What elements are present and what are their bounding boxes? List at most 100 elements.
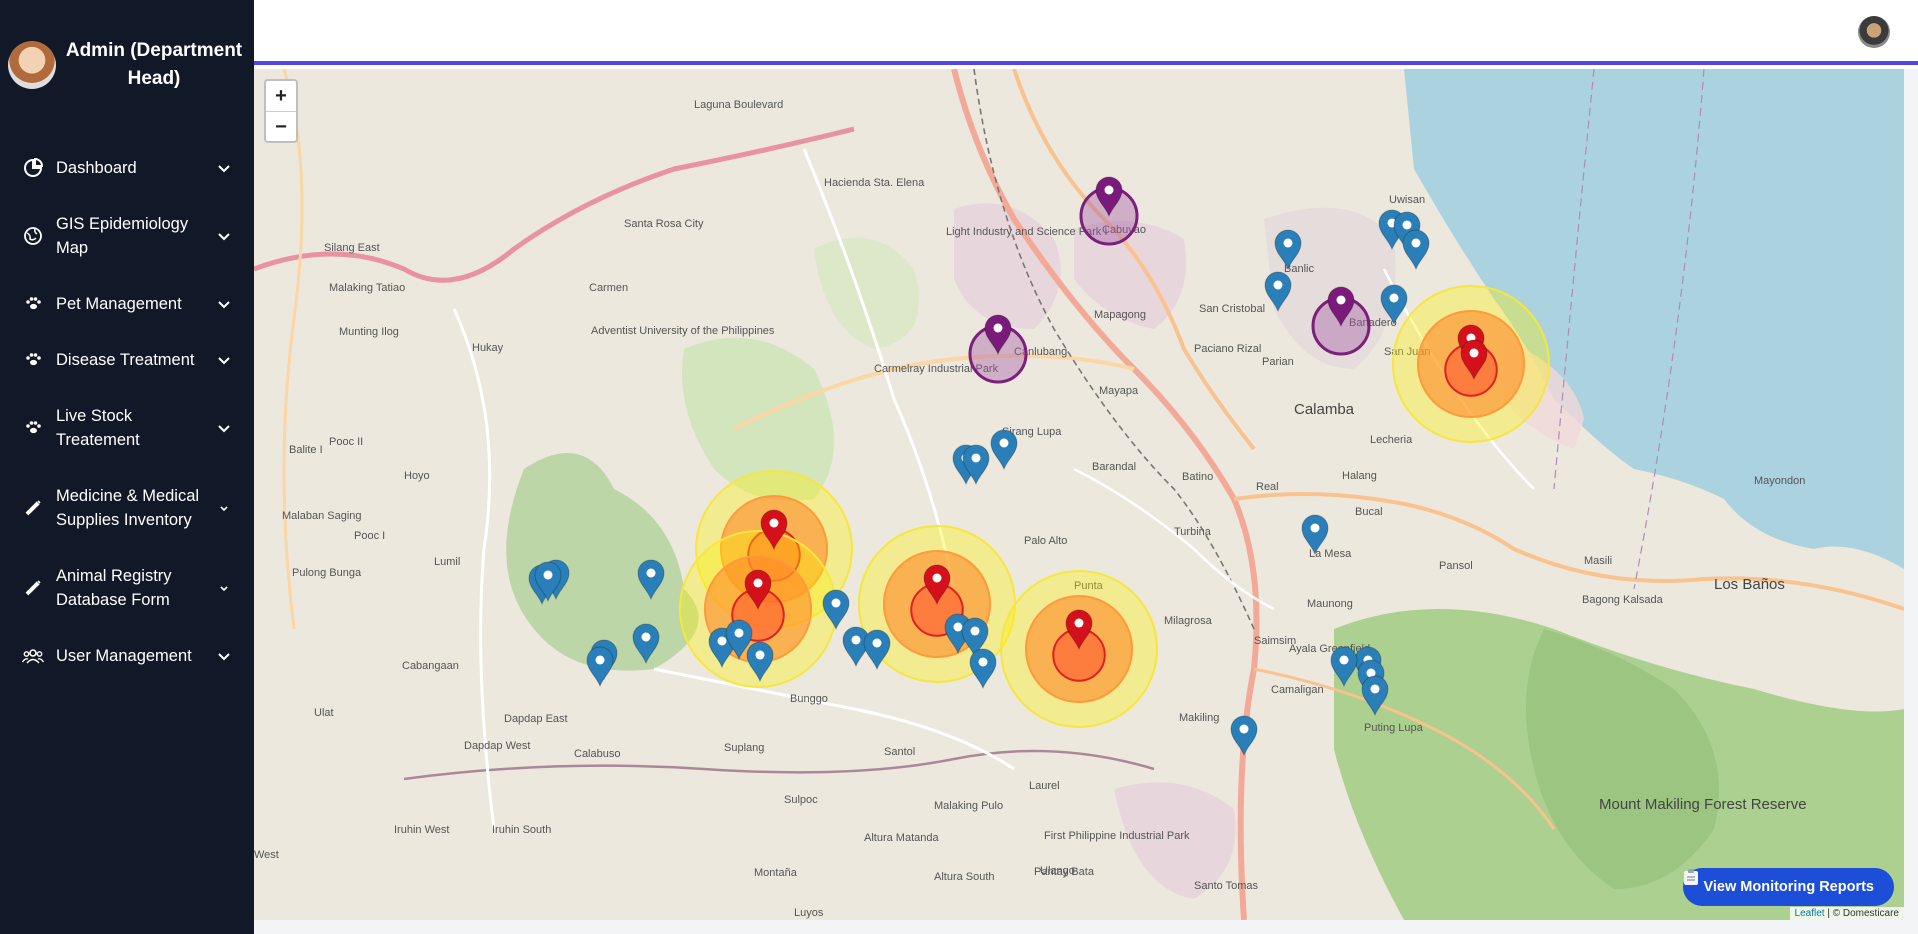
sidebar-item-user-management[interactable]: User Management: [0, 628, 254, 684]
place-label: Uwisan: [1389, 194, 1425, 206]
sidebar-item-label: Medicine & Medical Supplies Inventory: [56, 487, 200, 529]
place-label: Halang: [1342, 470, 1377, 482]
place-label: Luyos: [794, 907, 824, 919]
place-label: Parian: [1262, 356, 1294, 368]
sidebar-item-label: Pet Management: [56, 295, 182, 313]
chevron-down-icon: [218, 301, 230, 309]
sidebar-item-label: User Management: [56, 647, 192, 665]
place-label: Dapdap West: [464, 740, 530, 752]
user-avatar[interactable]: [8, 41, 56, 89]
sidebar-item-label: Live Stock Treatement: [56, 407, 140, 449]
place-label: Mapagong: [1094, 309, 1146, 321]
place-label: Lecheria: [1370, 434, 1413, 446]
sidebar-item-label: GIS Epidemiology Map: [56, 215, 189, 257]
place-label: Pooc II: [329, 436, 363, 448]
place-label: Adventist University of the Philippines: [591, 325, 775, 337]
place-label: West: [254, 849, 279, 861]
place-label: Malaban Saging: [282, 510, 362, 522]
place-label: Paciano Rizal: [1194, 343, 1261, 355]
chevron-down-icon: [220, 506, 228, 512]
user-name: Admin (Department Head): [65, 40, 243, 89]
place-label: Los Baños: [1714, 576, 1785, 593]
sidebar-item-animal-registry[interactable]: Animal Registry Database Form: [0, 548, 254, 628]
paw-icon: [22, 417, 44, 439]
sidebar-item-label: Animal Registry Database Form: [56, 567, 172, 609]
attribution-text: | © Domesticare: [1827, 908, 1899, 919]
chevron-down-icon: [220, 586, 228, 592]
place-label: San Cristobal: [1199, 303, 1265, 315]
place-label: Hoyo: [404, 470, 430, 482]
place-label: Cabangaan: [402, 660, 459, 672]
chevron-down-icon: [218, 653, 230, 661]
top-bar: [254, 0, 1918, 65]
place-label: Altura Matanda: [864, 832, 939, 844]
map-canvas[interactable]: Carmen Hukay Munting Ilog Malaking Tatiao Ho…: [254, 69, 1904, 920]
place-label: Iruhin South: [492, 824, 551, 836]
place-label: Bucal: [1355, 506, 1383, 518]
map-attribution: Leaflet | © Domesticare: [1789, 907, 1904, 920]
sidebar-item-label: Disease Treatment: [56, 351, 195, 369]
view-monitoring-reports-button[interactable]: View Monitoring Reports: [1683, 868, 1894, 906]
place-label: Camaligan: [1271, 684, 1324, 696]
place-label: Turbina: [1174, 526, 1212, 538]
globe-icon: [22, 225, 44, 247]
zoom-in-button[interactable]: +: [266, 81, 296, 111]
place-label: Iruhin West: [394, 824, 449, 836]
place-label: Mayapa: [1099, 385, 1139, 397]
place-label: First Philippine Industrial Park: [1044, 830, 1190, 842]
place-label: Suplang: [724, 742, 764, 754]
place-label: Mount Makiling Forest Reserve: [1599, 796, 1807, 813]
place-label: Batino: [1182, 471, 1213, 483]
sidebar-item-dashboard[interactable]: Dashboard: [0, 140, 254, 196]
place-label: Real: [1256, 481, 1279, 493]
monitor-button-label: View Monitoring Reports: [1703, 879, 1874, 895]
place-label: Hacienda Sta. Elena: [824, 177, 925, 189]
place-label: Santo Tomas: [1194, 880, 1259, 892]
place-label: Malaking Tatiao: [329, 282, 405, 294]
paw-icon: [22, 293, 44, 315]
place-label: Silang East: [324, 242, 380, 254]
scrollbar-track[interactable]: [1904, 69, 1918, 920]
app-root: Admin (Department Head) Dashboard GIS Ep…: [0, 0, 1918, 934]
sidebar-item-medicine-inventory[interactable]: Medicine & Medical Supplies Inventory: [0, 468, 254, 548]
place-label: Pansol: [1439, 560, 1473, 572]
sidebar-header: Admin (Department Head): [0, 0, 254, 130]
place-label: Puting Lupa: [1364, 722, 1424, 734]
sidebar-item-pet-management[interactable]: Pet Management: [0, 276, 254, 332]
sidebar-item-disease-treatment[interactable]: Disease Treatment: [0, 332, 254, 388]
gis-map[interactable]: Carmen Hukay Munting Ilog Malaking Tatiao Ho…: [254, 69, 1904, 920]
syringe-icon: [22, 577, 44, 599]
place-label: Balite I: [289, 444, 323, 456]
leaflet-link[interactable]: Leaflet: [1795, 908, 1825, 919]
place-label: Calamba: [1294, 401, 1355, 418]
place-label: Barandal: [1092, 461, 1136, 473]
sidebar: Admin (Department Head) Dashboard GIS Ep…: [0, 0, 254, 934]
sidebar-item-livestock-treatment[interactable]: Live Stock Treatement: [0, 388, 254, 468]
place-label: Milagrosa: [1164, 615, 1213, 627]
place-label: Laguna Boulevard: [694, 99, 783, 111]
place-label: Montaña: [754, 867, 798, 879]
profile-avatar[interactable]: [1858, 16, 1890, 48]
place-label: Pantay Bata: [1034, 866, 1095, 878]
place-label: Ulat: [314, 707, 334, 719]
place-label: Altura South: [934, 871, 995, 883]
place-label: Laurel: [1029, 780, 1060, 792]
page-footer-strip: [254, 920, 1918, 934]
syringe-icon: [22, 497, 44, 519]
place-label: Palo Alto: [1024, 535, 1067, 547]
sidebar-item-gis-map[interactable]: GIS Epidemiology Map: [0, 196, 254, 276]
clipboard-icon: [1684, 869, 1699, 885]
place-label: Calabuso: [574, 748, 620, 760]
zoom-out-button[interactable]: −: [266, 111, 296, 141]
place-label: Pulong Bunga: [292, 567, 362, 579]
paw-icon: [22, 349, 44, 371]
place-label: Hukay: [472, 342, 504, 354]
place-label: Malaking Pulo: [934, 800, 1003, 812]
place-label: Santol: [884, 746, 915, 758]
place-label: Pooc I: [354, 530, 385, 542]
place-label: Santa Rosa City: [624, 218, 704, 230]
place-label: Munting Ilog: [339, 326, 399, 338]
chevron-down-icon: [218, 165, 230, 173]
sidebar-item-label: Dashboard: [56, 159, 137, 177]
zoom-control: + −: [264, 79, 298, 143]
